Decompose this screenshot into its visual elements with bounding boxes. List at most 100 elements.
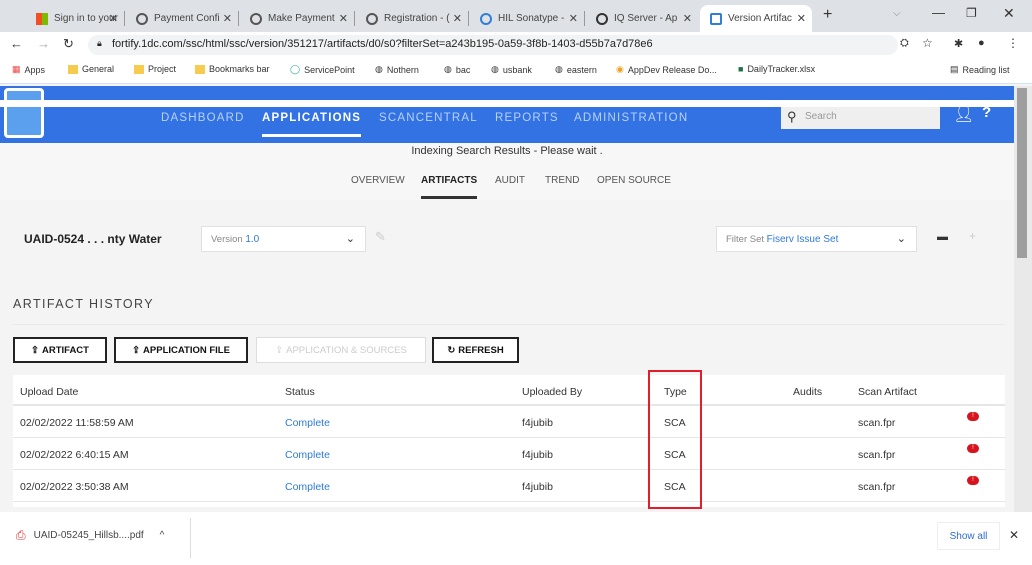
tab-label: IQ Server - Ap [614, 13, 678, 24]
browser-tab[interactable]: Sign in to your ✕ [26, 5, 125, 32]
close-icon[interactable]: ✕ [569, 12, 578, 25]
add-icon[interactable]: + [969, 229, 976, 243]
star-icon[interactable]: ☆ [922, 36, 933, 50]
close-window-button[interactable]: ✕ [1003, 5, 1015, 22]
forward-icon[interactable]: → [37, 36, 50, 51]
close-icon[interactable]: ✕ [109, 12, 118, 25]
nav-dashboard[interactable]: DASHBOARD [161, 112, 245, 124]
nav-reports[interactable]: REPORTS [495, 112, 559, 124]
close-icon[interactable]: ✕ [453, 12, 462, 25]
browser-tab[interactable]: Payment Confi ✕ [126, 5, 239, 32]
browser-tab-active[interactable]: Version Artifac ✕ [700, 5, 812, 32]
bookmark-bookmarks-bar[interactable]: Bookmarks bar [195, 64, 270, 74]
nav-scancentral[interactable]: SCANCENTRAL [379, 112, 478, 124]
status-link[interactable]: Complete [285, 481, 330, 493]
briefcase-icon[interactable]: ▬ [937, 231, 948, 243]
back-icon[interactable]: ← [10, 36, 23, 51]
extensions-icon[interactable]: ✱ [954, 37, 963, 50]
upload-date: 02/02/2022 11:58:59 AM [20, 417, 134, 429]
screen-artifact-strip [0, 100, 1032, 107]
menu-icon[interactable]: ⋮ [1007, 36, 1019, 50]
table-row[interactable]: 02/02/2022 11:58:59 AM Complete f4jubib … [13, 406, 1005, 438]
status-link[interactable]: Complete [285, 449, 330, 461]
upload-application-file-button[interactable]: ⇪ APPLICATION FILE [114, 337, 248, 363]
nav-applications[interactable]: APPLICATIONS [262, 112, 362, 137]
tab-open-source[interactable]: OPEN SOURCE [597, 175, 671, 186]
reload-icon[interactable]: ↻ [63, 36, 74, 52]
bookmark-nothern[interactable]: ◍ Nothern [375, 64, 419, 75]
header-status[interactable]: Status [285, 386, 315, 398]
tab-artifacts[interactable]: ARTIFACTS [421, 175, 478, 199]
table-row[interactable]: 02/02/2022 6:40:15 AM Complete f4jubib S… [13, 438, 1005, 470]
refresh-button[interactable]: ↻ REFRESH [432, 337, 519, 363]
edit-pencil-icon[interactable]: ✎ [375, 229, 386, 245]
filter-set-select[interactable]: Filter Set Fiserv Issue Set ⌄ [716, 226, 917, 252]
header-upload-date[interactable]: Upload Date [20, 386, 78, 398]
download-filename: UAID-05245_Hillsb....pdf [33, 530, 144, 541]
tab-trend[interactable]: TREND [545, 175, 579, 186]
close-icon[interactable]: ✕ [797, 12, 806, 25]
bookmark-general[interactable]: General [68, 64, 114, 74]
header-uploaded-by[interactable]: Uploaded By [522, 386, 582, 398]
button-label: APPLICATION & SOURCES [286, 344, 407, 356]
upload-application-sources-button[interactable]: ⇪ APPLICATION & SOURCES [256, 337, 426, 363]
address-bar[interactable]: 🔒︎ fortify.1dc.com/ssc/html/ssc/version/3… [88, 35, 898, 55]
nav-administration[interactable]: ADMINISTRATION [574, 112, 688, 124]
divider [190, 518, 191, 558]
status-link[interactable]: Complete [285, 417, 330, 429]
new-tab-button[interactable]: + [823, 6, 832, 24]
bookmark-dailytracker[interactable]: ■ DailyTracker.xlsx [738, 64, 815, 74]
upload-artifact-button[interactable]: ⇪ ARTIFACT [13, 337, 107, 363]
browser-tab[interactable]: HIL Sonatype - ✕ [470, 5, 585, 32]
header-scan-artifact[interactable]: Scan Artifact [858, 386, 917, 398]
download-item[interactable]: ⎙ UAID-05245_Hillsb....pdf ^ [16, 528, 164, 543]
bookmark-usbank[interactable]: ◍ usbank [491, 64, 532, 75]
iq-icon [596, 12, 608, 25]
close-icon[interactable]: ✕ [683, 12, 692, 25]
tab-label: Make Payment [268, 13, 335, 24]
alert-badge[interactable]: ! [967, 476, 979, 485]
tab-label: Payment Confi [154, 13, 220, 24]
restore-button[interactable]: ❐ [966, 6, 977, 20]
profile-icon[interactable]: ● [978, 37, 985, 49]
close-icon[interactable]: ✕ [223, 12, 232, 25]
table-row[interactable]: 02/02/2022 3:50:38 AM Complete f4jubib S… [13, 470, 1005, 502]
filter-set-label: Filter Set [726, 234, 765, 245]
chevron-up-icon[interactable]: ^ [160, 530, 165, 541]
search-input[interactable]: ⚲ Search [781, 107, 940, 129]
bookmark-project[interactable]: Project [134, 64, 176, 74]
header-audits[interactable]: Audits [793, 386, 822, 398]
bookmark-apps[interactable]: ▦ Apps [12, 64, 45, 75]
user-icon[interactable]: 👤︎ [953, 104, 975, 124]
tab-audit[interactable]: AUDIT [495, 175, 525, 186]
globe-icon: ◍ [375, 64, 383, 74]
globe-icon: ◍ [555, 64, 563, 74]
reading-list-button[interactable]: ▤ Reading list [950, 64, 1010, 75]
fortify-logo[interactable] [4, 88, 44, 138]
bookmark-label: General [82, 64, 115, 74]
globe-icon [136, 12, 148, 25]
browser-tab[interactable]: IQ Server - Ap ✕ [586, 5, 698, 32]
bookmark-label: Apps [24, 64, 46, 75]
browser-tab[interactable]: Registration - (✕ [356, 5, 469, 32]
alert-badge[interactable]: ! [967, 412, 979, 421]
tab-overview[interactable]: OVERVIEW [351, 175, 405, 186]
bookmark-eastern[interactable]: ◍ eastern [555, 64, 597, 75]
bookmark-bac[interactable]: ◍ bac [444, 64, 470, 75]
browser-tab[interactable]: Make Payment ✕ [240, 5, 355, 32]
close-icon[interactable]: ✕ [1009, 528, 1019, 542]
upload-icon: ⇪ [275, 344, 284, 356]
alert-badge[interactable]: ! [967, 444, 979, 453]
close-icon[interactable]: ✕ [339, 12, 348, 25]
show-all-button[interactable]: Show all [937, 522, 1000, 550]
scrollbar-thumb[interactable] [1017, 88, 1027, 258]
minimize-button[interactable]: — [932, 5, 945, 20]
globe-icon: ◍ [491, 64, 499, 74]
tab-strip: Sign in to your ✕ Payment Confi ✕ Make Pay… [0, 0, 1032, 32]
share-icon[interactable]: ⛭ [900, 37, 909, 50]
tab-search-icon[interactable]: ⌵ [893, 8, 901, 19]
bookmark-appdev[interactable]: ◉ AppDev Release Do... [616, 64, 717, 75]
bookmark-label: usbank [502, 64, 532, 75]
bookmark-servicepoint[interactable]: ◯ ServicePoint [290, 64, 355, 75]
version-select[interactable]: Version 1.0 ⌄ [201, 226, 366, 252]
